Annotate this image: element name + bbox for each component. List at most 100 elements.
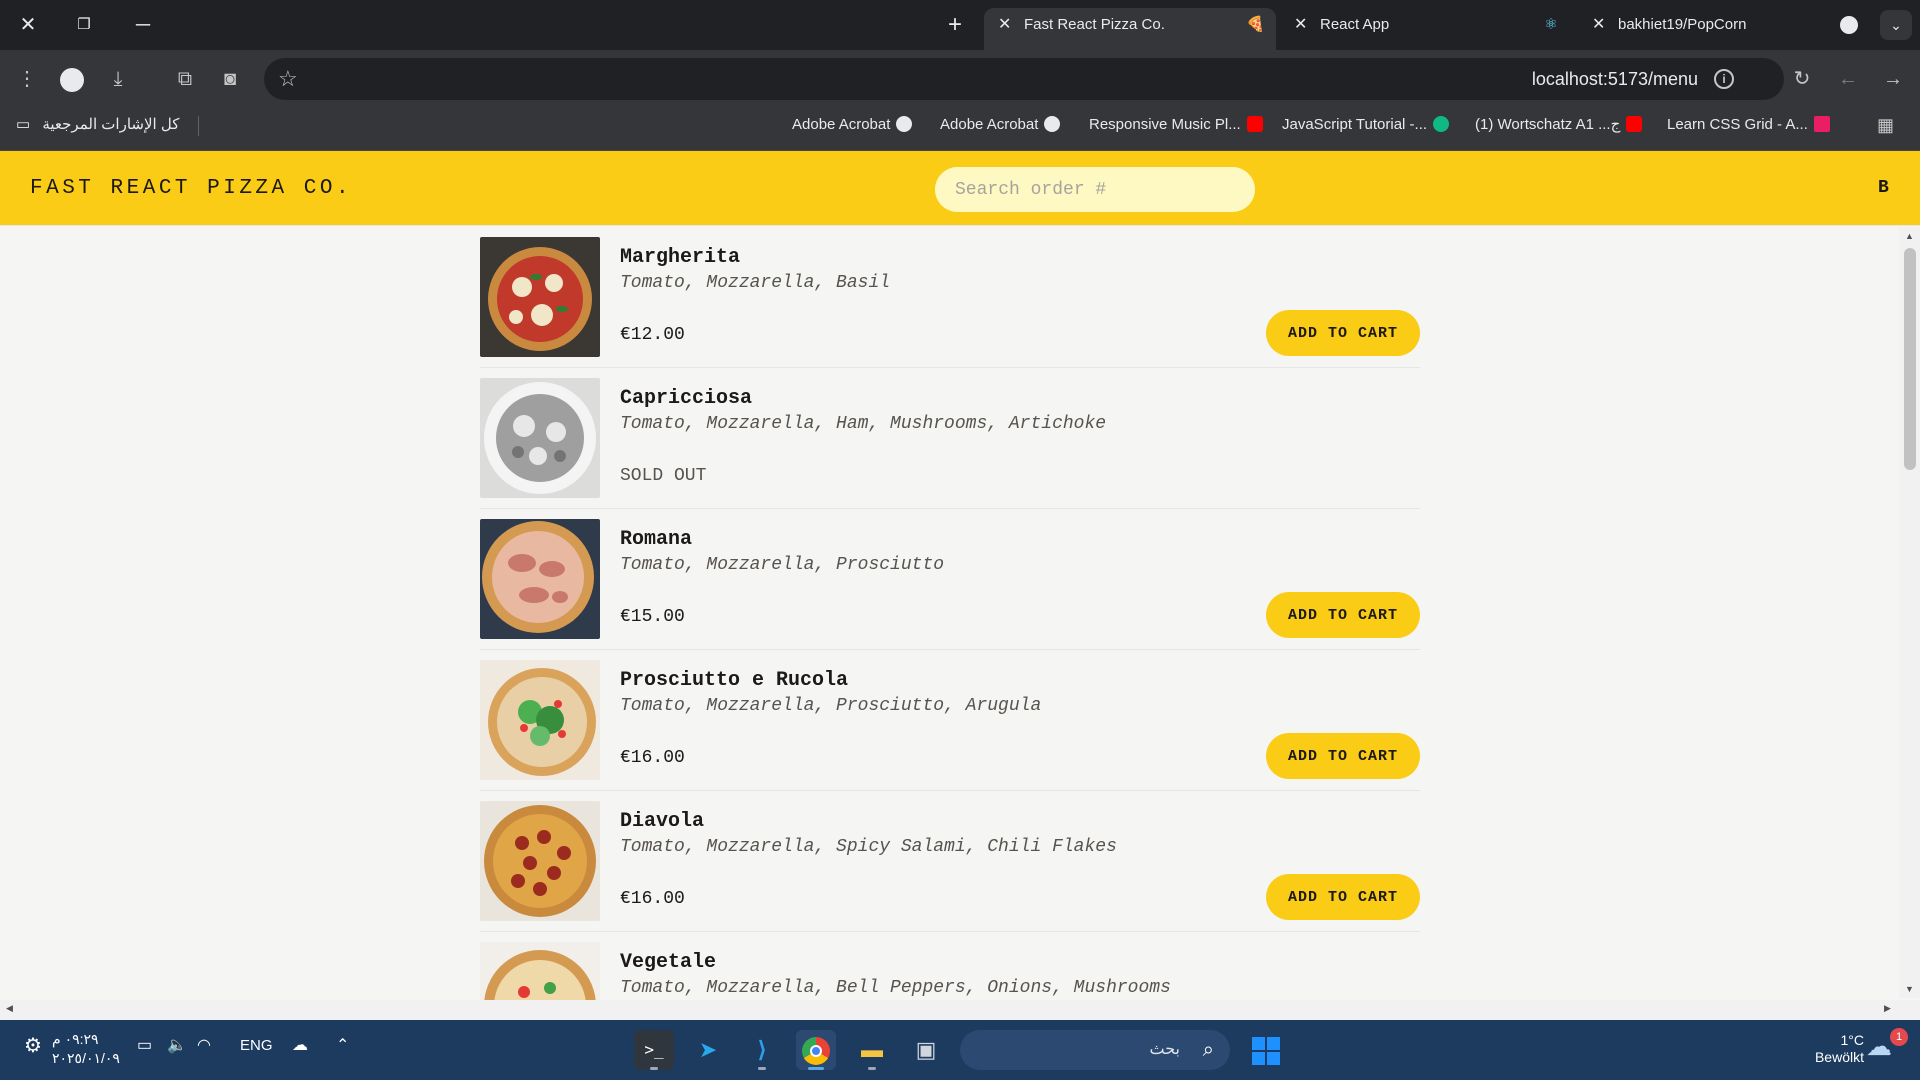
- bookmark-label: Learn CSS Grid - A...: [1667, 116, 1808, 133]
- add-to-cart-button[interactable]: ADD TO CART: [1266, 310, 1420, 356]
- apps-grid-icon[interactable]: ▦: [1877, 108, 1894, 142]
- browser-toolbar: ⋮ ⤓ ⧉ ◙ ☆ localhost:5173/menu i ↻ ← →: [0, 50, 1920, 108]
- all-bookmarks-folder[interactable]: كل الإشارات المرجعية ▭: [16, 108, 179, 142]
- back-arrow-icon[interactable]: →: [1878, 64, 1908, 94]
- react-favicon-icon: ⚛: [1544, 16, 1558, 33]
- youtube-icon: [1626, 116, 1643, 132]
- grid-icon: [1813, 116, 1830, 132]
- reload-icon[interactable]: ↻: [1787, 64, 1817, 94]
- tab-react-app[interactable]: ✕ React App ⚛: [1280, 8, 1570, 50]
- tab-close-icon[interactable]: ✕: [1294, 8, 1307, 42]
- tab-close-icon[interactable]: ✕: [998, 8, 1011, 42]
- telegram-app-icon[interactable]: ➤: [688, 1030, 728, 1070]
- pizza-price: €16.00: [620, 889, 685, 909]
- tab-search-chevron-icon[interactable]: ⌄: [1880, 10, 1912, 40]
- bookmark-star-icon[interactable]: ☆: [278, 58, 298, 100]
- bookmark-label: Adobe Acrobat: [940, 116, 1039, 133]
- windows-taskbar: ⚙ ٠٩:٢٩ م ٢٠٢٥/٠١/٠٩ ▭ 🔈 ◠ ENG ☁ ⌃ >_ ➤ …: [0, 1020, 1920, 1080]
- weather-widget[interactable]: 1°C Bewölkt: [1800, 1032, 1864, 1066]
- tab-title: React App: [1320, 16, 1390, 33]
- file-explorer-app-icon[interactable]: ▬: [852, 1030, 892, 1070]
- menu-item: Margherita Tomato, Mozzarella, Basil €12…: [480, 227, 1420, 368]
- pizza-price: €12.00: [620, 325, 685, 345]
- weather-description: Bewölkt: [1814, 1049, 1864, 1065]
- horizontal-scrollbar[interactable]: ◀ ▶: [0, 1000, 1920, 1020]
- globe-icon: [896, 116, 913, 132]
- bookmark-javascript-tutorial[interactable]: JavaScript Tutorial -...: [1282, 108, 1450, 142]
- taskbar-search-placeholder: بحث: [1149, 1041, 1181, 1058]
- bookmark-label: Responsive Music Pl...: [1089, 116, 1241, 133]
- new-tab-button[interactable]: +: [948, 10, 962, 40]
- add-to-cart-button[interactable]: ADD TO CART: [1266, 874, 1420, 920]
- taskbar-search-box[interactable]: بحث ⌕: [960, 1030, 1230, 1070]
- screenshot-camera-icon[interactable]: ◙: [215, 64, 245, 94]
- scroll-down-arrow-icon[interactable]: ▼: [1899, 984, 1920, 994]
- address-url[interactable]: localhost:5173/menu: [1532, 58, 1698, 100]
- battery-icon[interactable]: ▭: [137, 1034, 152, 1058]
- restore-window-icon[interactable]: ❐: [69, 10, 99, 40]
- search-order-input[interactable]: [935, 167, 1255, 212]
- scrollbar-thumb[interactable]: [1904, 248, 1916, 470]
- logo-link[interactable]: FAST REACT PIZZA CO.: [30, 151, 352, 226]
- add-to-cart-button[interactable]: ADD TO CART: [1266, 592, 1420, 638]
- extensions-icon[interactable]: ⧉: [170, 64, 200, 94]
- pizza-ingredients: Tomato, Mozzarella, Prosciutto, Arugula: [620, 696, 1042, 716]
- scroll-right-arrow-icon[interactable]: ▶: [1884, 1003, 1891, 1014]
- youtube-icon: [1246, 116, 1263, 132]
- scroll-left-arrow-icon[interactable]: ◀: [6, 1003, 13, 1014]
- pizza-name: Margherita: [620, 246, 741, 269]
- tab-popcorn[interactable]: ✕ bakhiet19/PopCorn: [1578, 8, 1874, 50]
- pizza-name: Capricciosa: [620, 387, 753, 410]
- pizza-image: [480, 519, 600, 639]
- bookmark-label: Adobe Acrobat: [792, 116, 891, 133]
- bookmark-responsive-music[interactable]: Responsive Music Pl...: [1089, 108, 1263, 142]
- tab-fast-react-pizza[interactable]: ✕ Fast React Pizza Co. 🍕: [984, 8, 1276, 50]
- address-bar[interactable]: ☆ localhost:5173/menu i: [264, 58, 1784, 100]
- add-to-cart-button[interactable]: ADD TO CART: [1266, 733, 1420, 779]
- vertical-scrollbar[interactable]: ▲ ▼: [1899, 227, 1920, 998]
- bookmark-adobe-acrobat-2[interactable]: Adobe Acrobat: [940, 108, 1061, 142]
- tab-title: bakhiet19/PopCorn: [1618, 16, 1747, 33]
- chrome-app-icon[interactable]: [796, 1030, 836, 1070]
- task-view-app-icon[interactable]: ▣: [906, 1030, 946, 1070]
- pizza-ingredients: Tomato, Mozzarella, Bell Peppers, Onions…: [620, 978, 1171, 998]
- pizza-favicon-icon: 🍕: [1246, 16, 1265, 33]
- pizza-price: €15.00: [620, 607, 685, 627]
- browser-tab-bar: ✕ ❐ ─ + ✕ Fast React Pizza Co. 🍕 ✕ React…: [0, 0, 1920, 50]
- pizza-ingredients: Tomato, Mozzarella, Spicy Salami, Chili …: [620, 837, 1117, 857]
- all-bookmarks-label: كل الإشارات المرجعية: [42, 116, 180, 133]
- windows-start-icon[interactable]: [1246, 1030, 1286, 1070]
- pizza-name: Prosciutto e Rucola: [620, 669, 849, 692]
- notification-badge[interactable]: 1: [1890, 1028, 1908, 1046]
- bookmark-learn-css-grid[interactable]: Learn CSS Grid - A...: [1667, 108, 1830, 142]
- bookmark-wortschatz[interactable]: (1) Wortschatz A1 ...ج: [1475, 108, 1643, 142]
- close-window-icon[interactable]: ✕: [13, 10, 43, 40]
- volume-icon[interactable]: 🔈: [167, 1034, 187, 1058]
- bookmark-adobe-acrobat[interactable]: Adobe Acrobat: [792, 108, 913, 142]
- show-hidden-icons-chevron-icon[interactable]: ⌃: [336, 1034, 349, 1058]
- username: B: [1878, 178, 1889, 198]
- menu-item: Capricciosa Tomato, Mozzarella, Ham, Mus…: [480, 368, 1420, 509]
- page-viewport: FAST REACT PIZZA CO. B Margherita Tomato…: [0, 151, 1920, 1020]
- scroll-up-arrow-icon[interactable]: ▲: [1899, 231, 1920, 241]
- notification-settings-icon[interactable]: ⚙: [24, 1034, 42, 1058]
- bookmark-label: JavaScript Tutorial -...: [1282, 116, 1428, 133]
- pizza-image: [480, 801, 600, 921]
- pizza-image: [480, 237, 600, 357]
- folder-icon: ▭: [16, 116, 31, 133]
- wifi-icon[interactable]: ◠: [197, 1034, 211, 1058]
- download-icon[interactable]: ⤓: [103, 64, 133, 94]
- browser-menu-icon[interactable]: ⋮: [12, 64, 42, 94]
- tab-close-icon[interactable]: ✕: [1592, 8, 1605, 42]
- vscode-app-icon[interactable]: ⟩: [742, 1030, 782, 1070]
- minimize-window-icon[interactable]: ─: [128, 10, 158, 40]
- profile-avatar-icon[interactable]: [57, 64, 87, 94]
- weather-temperature: 1°C: [1840, 1032, 1865, 1048]
- language-indicator[interactable]: ENG: [240, 1034, 273, 1058]
- onedrive-status-icon[interactable]: ☁: [292, 1034, 308, 1058]
- pizza-image: [480, 378, 600, 498]
- site-info-icon[interactable]: i: [1714, 69, 1734, 89]
- system-clock[interactable]: ٠٩:٢٩ م ٢٠٢٥/٠١/٠٩: [52, 1030, 122, 1068]
- terminal-app-icon[interactable]: >_: [634, 1030, 674, 1070]
- bookmarks-divider: [198, 116, 199, 136]
